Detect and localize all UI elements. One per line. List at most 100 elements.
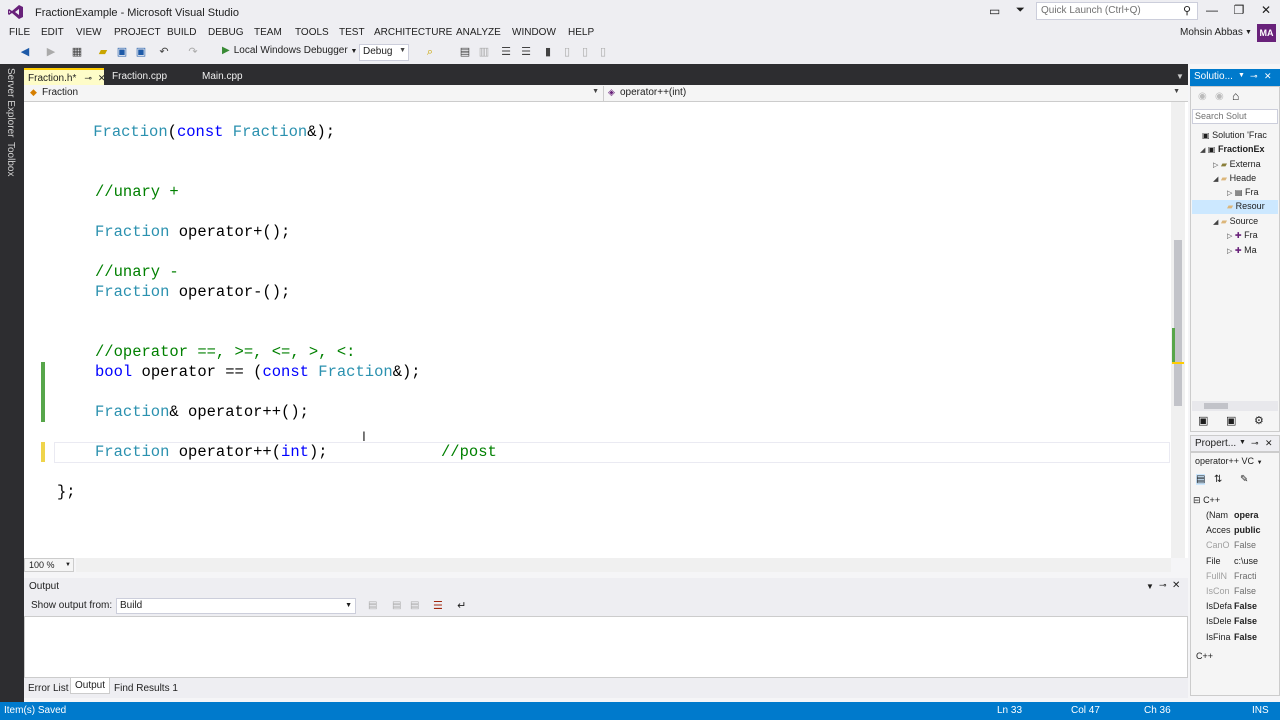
solution-explorer-tab-icon[interactable]: ▣ — [1198, 414, 1208, 427]
tab-fraction-cpp[interactable]: Fraction.cpp — [108, 68, 171, 85]
solution-scroll-thumb[interactable] — [1204, 403, 1228, 409]
close-icon[interactable]: ✕ — [1172, 580, 1180, 591]
close-icon[interactable]: ✕ — [98, 73, 106, 83]
new-project-icon[interactable]: ▦ — [70, 45, 84, 59]
prev-message-icon[interactable]: ▤ — [392, 600, 401, 611]
menu-window[interactable]: WINDOW — [512, 27, 556, 38]
categorized-icon[interactable]: ▤ — [1196, 474, 1206, 485]
code-line-closing-brace[interactable]: }; — [57, 482, 76, 502]
tab-overflow-icon[interactable]: ▼ — [1176, 72, 1184, 81]
class-view-tab-icon[interactable]: ⚙ — [1254, 414, 1264, 427]
find-icon[interactable]: ⌕ — [423, 45, 437, 59]
code-comment-post[interactable]: //post — [441, 442, 497, 462]
property-value[interactable]: Fracti — [1234, 571, 1266, 581]
property-value[interactable]: opera — [1234, 510, 1266, 520]
member-scope-dropdown[interactable]: ◈ operator++(int) ▼ — [606, 86, 1184, 101]
output-text-area[interactable] — [24, 616, 1188, 678]
property-name[interactable]: File — [1206, 556, 1234, 566]
menu-team[interactable]: TEAM — [254, 27, 282, 38]
property-name[interactable]: IsCon — [1206, 586, 1234, 596]
team-explorer-tab-icon[interactable]: ▣ — [1226, 414, 1236, 427]
close-button[interactable]: ✕ — [1256, 3, 1276, 19]
code-line-post-increment[interactable]: Fraction operator++(int); — [95, 442, 328, 462]
menu-test[interactable]: TEST — [339, 27, 365, 38]
property-name[interactable]: IsFina — [1206, 632, 1234, 642]
tab-output[interactable]: Output — [70, 678, 111, 694]
property-pages-icon[interactable]: ✎ — [1240, 474, 1248, 485]
editor-horizontal-scrollbar[interactable] — [76, 558, 1171, 572]
menu-project[interactable]: PROJECT — [114, 27, 161, 38]
next-bookmark-icon[interactable]: ▯ — [578, 45, 592, 59]
scrollbar-thumb[interactable] — [1174, 240, 1182, 406]
redo-icon[interactable]: ↷ — [186, 45, 200, 59]
property-name[interactable]: Acces — [1206, 525, 1234, 535]
alphabetical-icon[interactable]: ⇅ — [1214, 474, 1222, 485]
start-debugger-button[interactable]: ▶ Local Windows Debugger ▼ — [222, 45, 357, 56]
word-wrap-icon[interactable]: ↵ — [457, 599, 466, 612]
pin-icon[interactable]: ⊸ — [84, 73, 92, 83]
code-comment-comparison[interactable]: //operator ==, >=, <=, >, <: — [95, 342, 355, 362]
home-icon[interactable]: ⌂ — [1232, 89, 1239, 103]
open-file-icon[interactable]: ▰ — [96, 45, 110, 59]
pin-icon[interactable]: ⊸ — [1159, 580, 1167, 591]
forward-icon[interactable]: ◉ — [1215, 91, 1224, 102]
forward-icon[interactable]: ▶ — [44, 45, 58, 59]
code-line-equality[interactable]: bool operator == (const Fraction&); — [95, 362, 421, 382]
search-icon[interactable]: ⚲ — [1183, 4, 1191, 17]
output-source-select[interactable]: Build ▼ — [116, 598, 356, 614]
property-value[interactable]: False — [1234, 586, 1266, 596]
minimize-button[interactable]: — — [1202, 3, 1222, 19]
solution-search-input[interactable]: Search Solut — [1192, 109, 1278, 124]
tab-main-cpp[interactable]: Main.cpp — [198, 68, 247, 85]
comment-icon[interactable]: ☰ — [499, 45, 513, 59]
tree-item-project[interactable]: ◢ ▣ FractionEx — [1200, 144, 1265, 154]
menu-architecture[interactable]: ARCHITECTURE — [374, 27, 452, 38]
clear-bookmarks-icon[interactable]: ▯ — [596, 45, 610, 59]
toolbox-tab[interactable]: Toolbox — [5, 142, 16, 176]
configuration-select[interactable]: Debug ▼ — [359, 44, 409, 61]
back-icon[interactable]: ◉ — [1198, 91, 1207, 102]
property-name[interactable]: IsDele — [1206, 616, 1234, 626]
property-name[interactable]: CanO — [1206, 540, 1234, 550]
bookmark-icon[interactable]: ▮ — [541, 45, 555, 59]
tree-item-main-cpp[interactable]: ▷ ✚ Ma — [1227, 245, 1257, 255]
uncomment-icon[interactable]: ☰ — [519, 45, 533, 59]
filter-icon[interactable]: ⏷ — [1016, 4, 1025, 17]
menu-debug[interactable]: DEBUG — [208, 27, 244, 38]
property-value[interactable]: False — [1234, 601, 1266, 611]
server-explorer-tab[interactable]: Server Explorer — [5, 68, 16, 137]
user-name[interactable]: Mohsin Abbas — [1180, 27, 1243, 38]
code-line-copy-constructor[interactable]: Fraction(const Fraction&); — [56, 122, 335, 142]
next-message-icon[interactable]: ▤ — [410, 600, 419, 611]
code-comment-unary-plus[interactable]: //unary + — [95, 182, 179, 202]
menu-file[interactable]: FILE — [9, 27, 30, 38]
property-name[interactable]: (Nam — [1206, 510, 1234, 520]
code-comment-unary-minus[interactable]: //unary - — [95, 262, 179, 282]
properties-object-select[interactable]: operator++ VC ▼ — [1195, 456, 1263, 466]
property-value[interactable]: False — [1234, 632, 1266, 642]
property-name[interactable]: FullN — [1206, 571, 1234, 581]
quick-launch-input[interactable]: Quick Launch (Ctrl+Q) — [1036, 2, 1198, 20]
close-icon[interactable]: ✕ — [1265, 438, 1273, 449]
back-icon[interactable]: ◀ — [18, 45, 32, 59]
property-name[interactable]: IsDefa — [1206, 601, 1234, 611]
tree-item-fraction-h[interactable]: ▷ ▤ Fra — [1227, 187, 1258, 197]
find-message-icon[interactable]: ▤ — [368, 600, 377, 611]
tree-item-resources[interactable]: ▰ Resour — [1227, 201, 1265, 211]
tree-item-fraction-cpp[interactable]: ▷ ✚ Fra — [1227, 230, 1258, 240]
feedback-icon[interactable]: ▭ — [989, 4, 1000, 18]
chevron-down-icon[interactable]: ▼ — [1239, 439, 1246, 446]
tree-item-headers[interactable]: ◢ ▰ Heade — [1213, 173, 1256, 183]
class-scope-dropdown[interactable]: ◆ Fraction ▼ — [28, 86, 604, 101]
chevron-down-icon[interactable]: ▼ — [1245, 29, 1252, 36]
menu-edit[interactable]: EDIT — [41, 27, 64, 38]
code-line-unary-plus[interactable]: Fraction operator+(); — [95, 222, 290, 242]
close-icon[interactable]: ✕ — [1264, 71, 1272, 82]
tree-item-source[interactable]: ◢ ▰ Source — [1213, 216, 1258, 226]
zoom-level-select[interactable]: 100 % ▼ — [24, 558, 74, 572]
menu-help[interactable]: HELP — [568, 27, 594, 38]
properties-category[interactable]: ⊟ C++ — [1193, 495, 1220, 506]
property-value[interactable]: c:\use — [1234, 556, 1266, 566]
tab-find-results[interactable]: Find Results 1 — [110, 681, 182, 696]
property-value[interactable]: False — [1234, 616, 1266, 626]
